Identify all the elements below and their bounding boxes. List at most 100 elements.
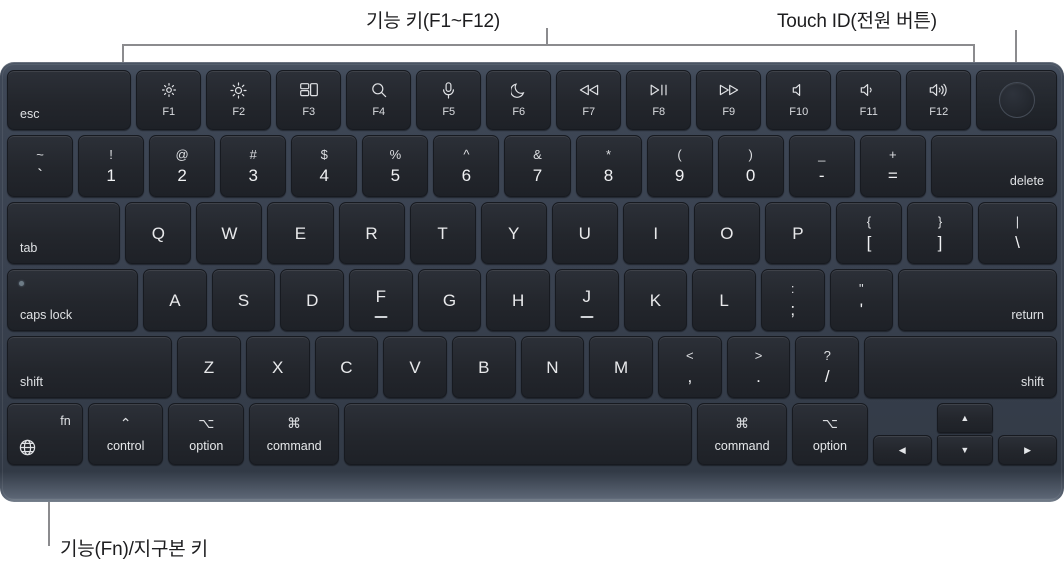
key-x[interactable]: X [245, 336, 310, 398]
key-touch-id[interactable] [976, 70, 1057, 130]
key-u[interactable]: U [551, 202, 618, 264]
key-f4[interactable]: F4 [346, 70, 412, 130]
key-o[interactable]: O [693, 202, 760, 264]
key-arrow-down[interactable]: ▼ [936, 435, 994, 465]
key-legend-shift: { [866, 214, 872, 229]
key-option-left[interactable]: ⌥ option [168, 403, 245, 465]
key-bracket-left[interactable]: { [ [835, 202, 902, 264]
key-slash[interactable]: ? / [795, 336, 860, 398]
key-semicolon[interactable]: : ; [760, 269, 825, 331]
annotation-function-keys: 기능 키(F1~F12) [366, 11, 500, 32]
key-b[interactable]: B [451, 336, 516, 398]
key-t[interactable]: T [409, 202, 476, 264]
keyboard-row-home: caps lock A S D F G H J K L : ; " ' retu… [7, 269, 1058, 331]
key-5[interactable]: % 5 [362, 135, 429, 197]
key-space[interactable] [344, 403, 693, 465]
key-f8[interactable]: F8 [626, 70, 692, 130]
key-legend-base: 4 [319, 166, 330, 185]
key-6[interactable]: ^ 6 [433, 135, 500, 197]
key-f1[interactable]: F1 [136, 70, 202, 130]
key-equal[interactable]: + = [859, 135, 926, 197]
key-delete[interactable]: delete [930, 135, 1057, 197]
key-7[interactable]: & 7 [504, 135, 571, 197]
key-quote[interactable]: " ' [829, 269, 894, 331]
key-return[interactable]: return [898, 269, 1058, 331]
key-legend-base: 5 [390, 166, 401, 185]
key-arrow-up[interactable]: ▲ [936, 403, 994, 433]
key-r[interactable]: R [338, 202, 405, 264]
key-fn[interactable]: fn [7, 403, 83, 465]
key-legend-base: S [237, 290, 250, 310]
key-y[interactable]: Y [480, 202, 547, 264]
key-d[interactable]: D [280, 269, 345, 331]
key-shift-left[interactable]: shift [7, 336, 173, 398]
dictation-microphone-icon [442, 81, 455, 99]
key-j[interactable]: J [554, 269, 619, 331]
key-f7-label: F7 [582, 106, 596, 118]
key-legend-shift: | [1015, 214, 1020, 229]
key-backslash[interactable]: | \ [978, 202, 1057, 264]
key-l[interactable]: L [692, 269, 756, 331]
key-q[interactable]: Q [125, 202, 192, 264]
key-c[interactable]: C [314, 336, 379, 398]
key-legend-shift: @ [175, 147, 189, 162]
key-legend-base: B [478, 357, 490, 377]
key-0[interactable]: ) 0 [717, 135, 784, 197]
key-f10[interactable]: F10 [766, 70, 832, 130]
key-4[interactable]: $ 4 [291, 135, 358, 197]
key-legend-base: , [687, 367, 693, 386]
key-period[interactable]: > . [726, 336, 791, 398]
command-symbol-icon: ⌘ [287, 414, 302, 431]
key-tab[interactable]: tab [7, 202, 121, 264]
key-arrow-right[interactable]: ▶ [998, 435, 1057, 465]
key-f9[interactable]: F9 [696, 70, 762, 130]
key-minus[interactable]: _ - [788, 135, 855, 197]
key-f2[interactable]: F2 [206, 70, 272, 130]
key-legend-base: V [409, 357, 421, 377]
key-esc[interactable]: esc [7, 70, 132, 130]
key-legend-base: 7 [532, 166, 543, 185]
arrow-down-icon: ▼ [960, 444, 970, 455]
key-option-right[interactable]: ⌥ option [792, 403, 868, 465]
key-3[interactable]: # 3 [220, 135, 287, 197]
key-control[interactable]: ⌃ control [87, 403, 164, 465]
key-n[interactable]: N [520, 336, 585, 398]
key-s[interactable]: S [211, 269, 276, 331]
key-v[interactable]: V [383, 336, 447, 398]
key-bracket-right[interactable]: } ] [907, 202, 974, 264]
key-k[interactable]: K [623, 269, 688, 331]
key-g[interactable]: G [417, 269, 482, 331]
key-2[interactable]: @ 2 [149, 135, 216, 197]
key-arrow-left[interactable]: ◀ [872, 435, 932, 465]
key-f11[interactable]: F11 [836, 70, 902, 130]
key-command-left[interactable]: ⌘ command [249, 403, 340, 465]
key-comma[interactable]: < , [657, 336, 722, 398]
key-shift-right[interactable]: shift [864, 336, 1057, 398]
key-8[interactable]: * 8 [575, 135, 642, 197]
key-caps-lock[interactable]: caps lock [7, 269, 139, 331]
key-f5[interactable]: F5 [416, 70, 482, 130]
key-f6[interactable]: F6 [486, 70, 552, 130]
key-w[interactable]: W [196, 202, 263, 264]
key-legend-base: 8 [603, 166, 614, 185]
key-command-right[interactable]: ⌘ command [697, 403, 788, 465]
key-backtick[interactable]: ~ ` [7, 135, 74, 197]
key-e[interactable]: E [267, 202, 334, 264]
key-p[interactable]: P [764, 202, 831, 264]
key-legend-base: Y [507, 223, 520, 243]
key-f[interactable]: F [349, 269, 413, 331]
key-legend-base: [ [866, 233, 872, 252]
key-legend-base: M [614, 357, 629, 377]
key-h[interactable]: H [486, 269, 550, 331]
key-f3[interactable]: F3 [276, 70, 342, 130]
key-f7[interactable]: F7 [556, 70, 622, 130]
key-m[interactable]: M [589, 336, 653, 398]
function-keys-bracket [122, 44, 975, 62]
key-a[interactable]: A [143, 269, 207, 331]
key-9[interactable]: ( 9 [646, 135, 713, 197]
key-f1-label: F1 [162, 106, 176, 118]
key-f12[interactable]: F12 [906, 70, 972, 130]
key-z[interactable]: Z [177, 336, 241, 398]
key-i[interactable]: I [622, 202, 689, 264]
key-1[interactable]: ! 1 [78, 135, 145, 197]
